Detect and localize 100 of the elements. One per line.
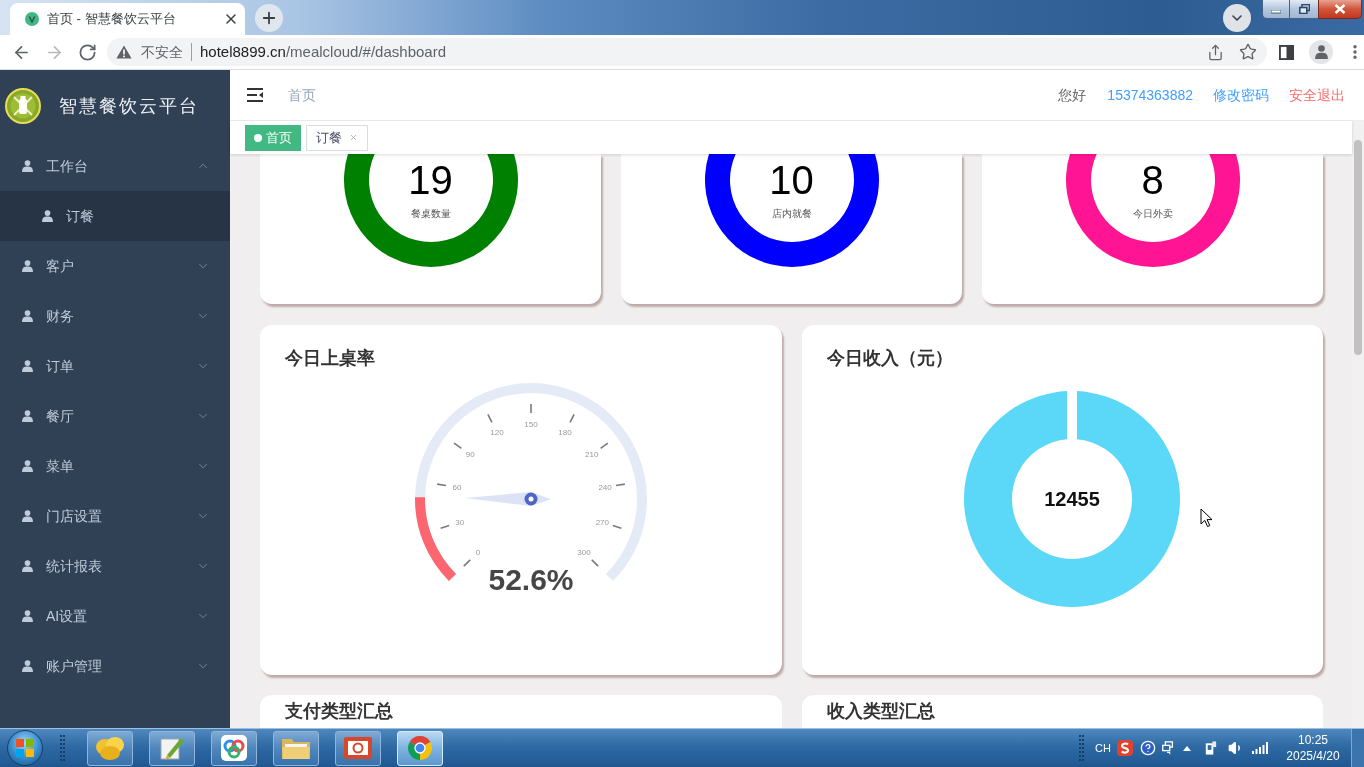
person-icon bbox=[22, 160, 33, 172]
cloud-icon bbox=[221, 735, 247, 761]
taskbar-button[interactable] bbox=[149, 730, 195, 766]
tick-label: 210 bbox=[584, 450, 599, 460]
menu-item[interactable]: 门店设置 bbox=[0, 491, 230, 541]
tick-label: 0 bbox=[475, 547, 480, 557]
person-icon bbox=[22, 660, 33, 672]
taskbar-button[interactable] bbox=[335, 730, 381, 766]
scrollbar-thumb[interactable] bbox=[1354, 140, 1362, 355]
address-bar[interactable]: 不安全 hotel8899.cn/mealcloud/#/dashboard bbox=[107, 38, 1267, 66]
reload-icon[interactable] bbox=[78, 42, 97, 62]
person-icon bbox=[22, 510, 33, 522]
taskbar-button[interactable] bbox=[273, 730, 319, 766]
tick-mark bbox=[453, 442, 462, 450]
tick-label: 240 bbox=[598, 482, 612, 492]
tick-label: 150 bbox=[524, 419, 538, 429]
person-icon bbox=[22, 410, 33, 422]
tick-label: 300 bbox=[577, 547, 591, 557]
input-method-icon[interactable] bbox=[1117, 740, 1133, 756]
minimize-button[interactable] bbox=[1262, 0, 1290, 19]
presentation-icon bbox=[343, 736, 373, 760]
restore-button[interactable] bbox=[1290, 0, 1318, 19]
submenu-item[interactable]: 订餐 bbox=[0, 191, 230, 241]
mouse-pointer-icon bbox=[1200, 508, 1213, 528]
tick-label: 30 bbox=[454, 517, 464, 527]
grip-handle-icon[interactable] bbox=[60, 733, 65, 763]
signal-icon[interactable] bbox=[1252, 742, 1268, 754]
person-icon bbox=[22, 610, 33, 622]
menu-icon[interactable] bbox=[247, 88, 263, 102]
tick-mark bbox=[611, 524, 622, 530]
windows-logo-icon bbox=[16, 739, 34, 757]
profile-button[interactable] bbox=[1309, 40, 1333, 64]
gauge-reading: 52.6% bbox=[488, 562, 574, 596]
window-switch-icon[interactable] bbox=[1161, 740, 1175, 756]
clock[interactable]: 10:25 2025/4/20 bbox=[1277, 732, 1349, 764]
card-title: 支付类型汇总 bbox=[285, 701, 393, 721]
person-icon bbox=[22, 360, 33, 372]
menu-item[interactable]: 餐厅 bbox=[0, 391, 230, 441]
grip-handle-icon[interactable] bbox=[1079, 733, 1085, 763]
start-button[interactable] bbox=[7, 730, 43, 766]
warning-icon[interactable] bbox=[116, 45, 132, 59]
tick-mark bbox=[529, 403, 532, 414]
tag[interactable]: 订餐 bbox=[306, 124, 368, 151]
url-text: hotel8899.cn/mealcloud/#/dashboard bbox=[200, 41, 446, 62]
menu-item[interactable]: 菜单 bbox=[0, 441, 230, 491]
menu-item[interactable]: 账户管理 bbox=[0, 641, 230, 691]
menu-item[interactable]: 工作台 bbox=[0, 141, 230, 191]
browser-icon bbox=[407, 735, 433, 761]
taskbar-button[interactable] bbox=[211, 730, 257, 766]
menu-item[interactable]: 客户 bbox=[0, 241, 230, 291]
tick-mark bbox=[436, 483, 447, 487]
stat-label: 餐桌数量 bbox=[410, 208, 451, 220]
close-icon[interactable] bbox=[223, 11, 239, 27]
share-icon[interactable] bbox=[1207, 43, 1224, 61]
stat-value: 10 bbox=[769, 157, 814, 204]
tick-mark bbox=[590, 559, 599, 567]
site-icon bbox=[25, 12, 39, 26]
tick-label: 90 bbox=[465, 450, 475, 460]
logo-icon bbox=[5, 87, 41, 124]
card-title: 今日收入（元） bbox=[825, 347, 954, 370]
person-icon bbox=[22, 260, 33, 272]
person-icon bbox=[22, 310, 33, 322]
status-dot-icon bbox=[254, 133, 262, 142]
star-icon[interactable] bbox=[1239, 43, 1257, 61]
caret-up-icon[interactable] bbox=[1183, 745, 1191, 751]
blob-icon bbox=[95, 735, 125, 761]
security-label: 不安全 bbox=[141, 42, 183, 62]
person-icon bbox=[1314, 45, 1328, 59]
tab-search-button[interactable] bbox=[1223, 3, 1251, 32]
taskbar-button[interactable] bbox=[87, 730, 133, 766]
stat-label: 今日外卖 bbox=[1132, 208, 1173, 220]
minimize-icon bbox=[1271, 9, 1281, 14]
income-total: 12455 bbox=[1044, 488, 1101, 510]
tick-label: 120 bbox=[490, 427, 504, 437]
tick-mark bbox=[614, 483, 626, 487]
new-tab-button[interactable] bbox=[255, 3, 283, 32]
help-icon[interactable] bbox=[1140, 740, 1156, 756]
close-icon bbox=[1334, 4, 1346, 14]
card-title: 收入类型汇总 bbox=[826, 701, 935, 721]
side-panel-icon[interactable] bbox=[1279, 44, 1294, 60]
tick-label: 60 bbox=[452, 482, 462, 492]
device-icon[interactable] bbox=[1203, 740, 1218, 756]
tick-label: 180 bbox=[558, 427, 572, 437]
language-indicator[interactable]: CH bbox=[1095, 739, 1111, 757]
menu-item[interactable]: AI设置 bbox=[0, 591, 230, 641]
tick-label: 270 bbox=[595, 517, 609, 527]
user-account: 15374363882 bbox=[1107, 85, 1193, 105]
person-icon bbox=[22, 460, 33, 472]
pen-icon bbox=[159, 735, 185, 761]
browser-tab[interactable]: 首页 - 智慧餐饮云平台 bbox=[10, 3, 245, 35]
close-window-button[interactable] bbox=[1318, 0, 1362, 19]
tick-mark bbox=[569, 413, 575, 424]
tick-mark bbox=[439, 524, 450, 530]
menu-item[interactable]: 统计报表 bbox=[0, 541, 230, 591]
stat-value: 8 bbox=[1141, 157, 1164, 204]
menu-item[interactable]: 财务 bbox=[0, 291, 230, 341]
brand-name: 智慧餐饮云平台 bbox=[59, 94, 199, 118]
stat-value: 19 bbox=[408, 157, 453, 204]
menu-item[interactable]: 订单 bbox=[0, 341, 230, 391]
card-title: 今日上桌率 bbox=[284, 347, 376, 370]
